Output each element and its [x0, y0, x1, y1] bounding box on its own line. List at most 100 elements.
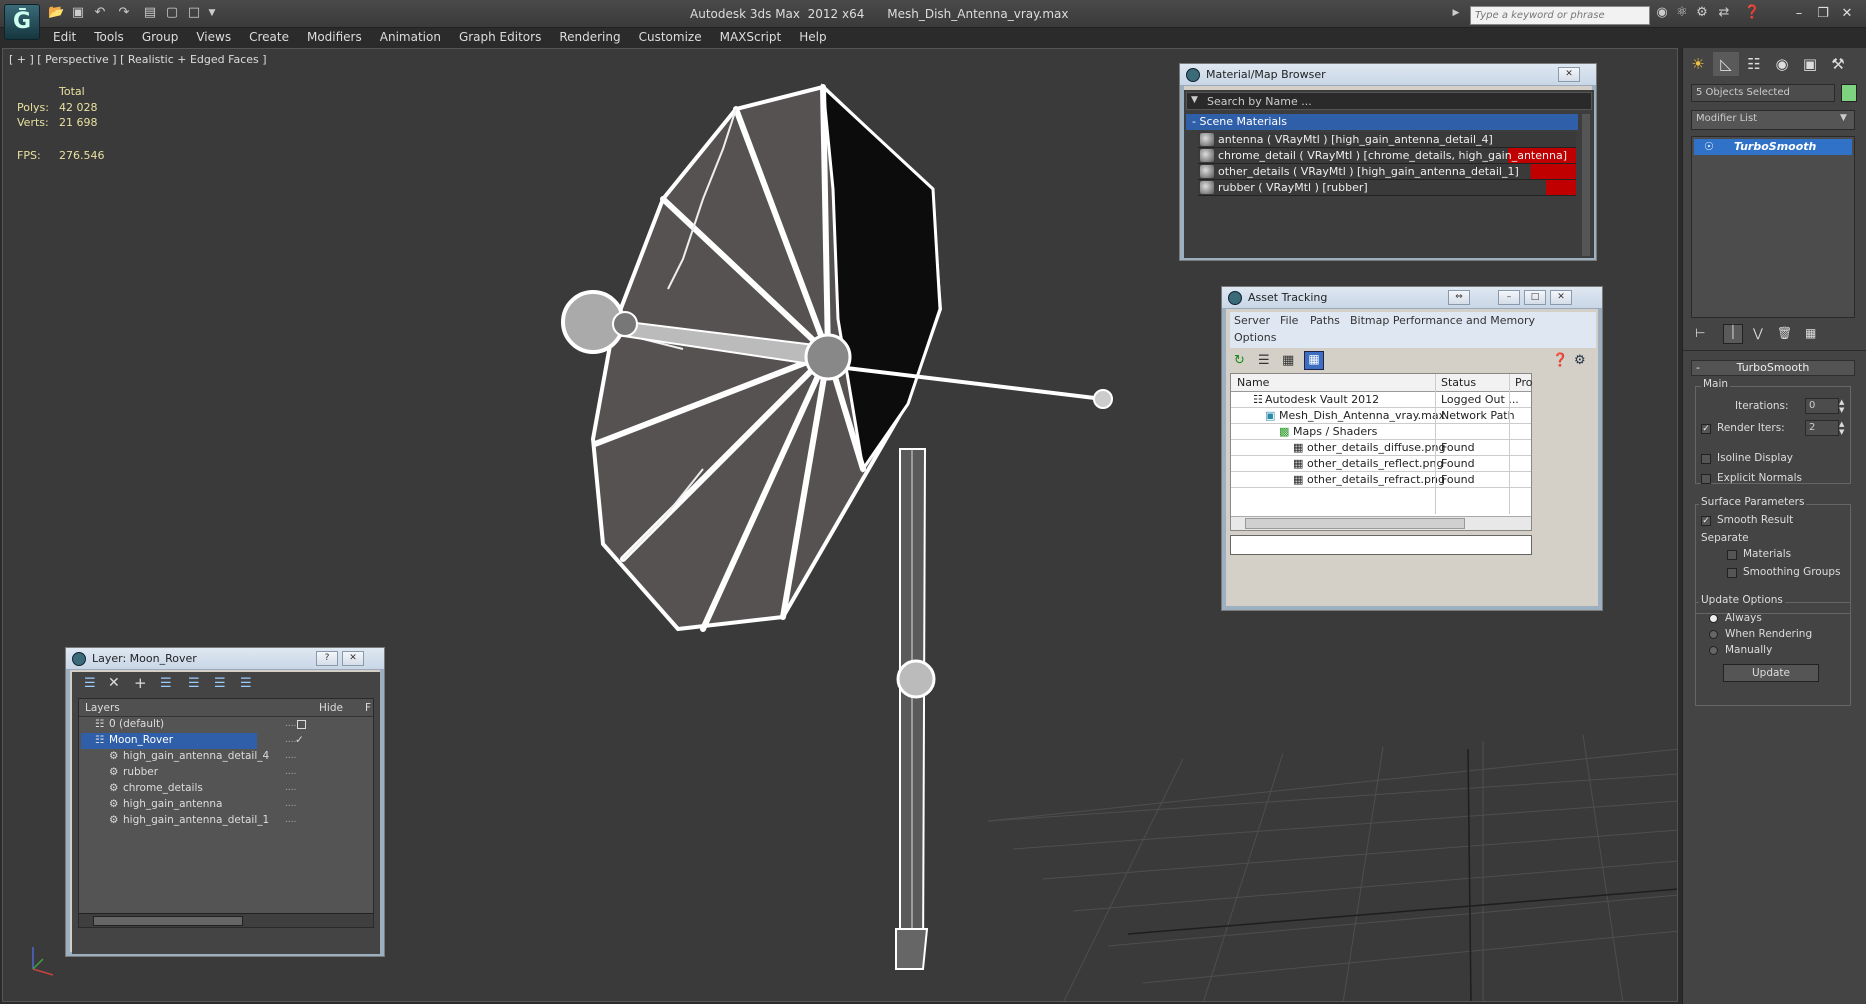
- turbosmooth-rollout-header[interactable]: - TurboSmooth: [1691, 360, 1855, 376]
- collapse-icon[interactable]: -: [1192, 115, 1196, 128]
- iterations-spinner[interactable]: 0: [1805, 398, 1839, 414]
- asset-tracking-maximize-button[interactable]: □: [1524, 290, 1546, 305]
- modifier-list-dropdown[interactable]: Modifier List ▼: [1691, 110, 1855, 130]
- create-tab-icon[interactable]: ☀: [1685, 52, 1711, 76]
- render-iters-spinner[interactable]: 2: [1805, 420, 1839, 436]
- asset-tracking-close-button[interactable]: ✕: [1550, 290, 1572, 305]
- show-end-result-icon[interactable]: │: [1723, 324, 1743, 344]
- scene-materials-group[interactable]: - Scene Materials: [1186, 114, 1578, 130]
- col-name[interactable]: Name: [1237, 375, 1269, 390]
- menu-help[interactable]: Help: [790, 28, 835, 46]
- hierarchy-tab-icon[interactable]: ☷: [1741, 52, 1767, 76]
- thumbnail-view-icon[interactable]: ▦: [1282, 353, 1294, 368]
- list-view-icon[interactable]: ☰: [1258, 353, 1270, 368]
- layer-row[interactable]: ⚙ high_gain_antenna_detail_1....: [79, 813, 373, 829]
- layer-row[interactable]: ⚙ high_gain_antenna....: [79, 797, 373, 813]
- configure-sets-icon[interactable]: ▦: [1805, 326, 1816, 340]
- explicit-normals-checkbox[interactable]: [1701, 474, 1711, 484]
- table-view-icon[interactable]: ▦: [1304, 351, 1324, 370]
- table-row[interactable]: ▩ Maps / Shaders: [1231, 424, 1531, 440]
- maximize-viewport-icon[interactable]: □: [186, 5, 202, 21]
- table-row[interactable]: ▦ other_details_reflect.png Found: [1231, 456, 1531, 472]
- select-layer-objects-icon[interactable]: ☰: [160, 676, 172, 691]
- material-list-item[interactable]: chrome_detail ( VRayMtl ) [chrome_detail…: [1198, 148, 1576, 164]
- material-list-item[interactable]: other_details ( VRayMtl ) [high_gain_ant…: [1198, 164, 1576, 180]
- communication-icon[interactable]: ⚙: [1694, 5, 1710, 21]
- delete-layer-icon[interactable]: ✕: [108, 675, 120, 691]
- layer-list-hscrollbar[interactable]: [79, 913, 373, 927]
- material-list-item[interactable]: rubber ( VRayMtl ) [rubber]: [1198, 180, 1576, 196]
- selection-name-field[interactable]: 5 Objects Selected: [1691, 84, 1835, 102]
- menu-rendering[interactable]: Rendering: [550, 28, 629, 46]
- menu-animation[interactable]: Animation: [371, 28, 450, 46]
- favorites-icon[interactable]: ⇄: [1716, 5, 1732, 21]
- col-freeze[interactable]: F: [365, 701, 371, 716]
- layer-row[interactable]: ⚙ high_gain_antenna_detail_4....: [79, 749, 373, 765]
- col-pro[interactable]: Pro: [1515, 375, 1532, 390]
- menu-modifiers[interactable]: Modifiers: [298, 28, 371, 46]
- remove-modifier-icon[interactable]: 🗑: [1777, 326, 1792, 340]
- smoothing-groups-checkbox[interactable]: [1727, 568, 1737, 578]
- 3ds-max-logo-icon[interactable]: Ḡ: [4, 4, 40, 40]
- menu-edit[interactable]: Edit: [44, 28, 85, 46]
- col-status[interactable]: Status: [1441, 375, 1476, 390]
- at-menu-paths[interactable]: Paths: [1310, 314, 1340, 327]
- layer-row[interactable]: ⚙ rubber....: [79, 765, 373, 781]
- menu-views[interactable]: Views: [187, 28, 240, 46]
- menu-group[interactable]: Group: [133, 28, 188, 46]
- active-layer-checkbox[interactable]: [297, 720, 306, 729]
- table-row[interactable]: ☷ Autodesk Vault 2012 Logged Out ...: [1231, 392, 1531, 408]
- menu-create[interactable]: Create: [240, 28, 298, 46]
- project-folder-icon[interactable]: ▤: [142, 5, 158, 21]
- material-browser-window[interactable]: Material/Map Browser ✕ ▼ Search by Name …: [1179, 63, 1597, 261]
- col-layers[interactable]: Layers: [85, 701, 120, 716]
- motion-tab-icon[interactable]: ◉: [1769, 52, 1795, 76]
- minimize-button[interactable]: –: [1790, 6, 1808, 22]
- at-menu-file[interactable]: File: [1280, 314, 1298, 327]
- update-button[interactable]: Update: [1723, 664, 1819, 682]
- always-radio[interactable]: [1709, 614, 1718, 623]
- undo-icon[interactable]: ↶: [92, 5, 108, 21]
- object-color-swatch[interactable]: [1841, 84, 1857, 102]
- table-row[interactable]: ▣ Mesh_Dish_Antenna_vray.max Network Path: [1231, 408, 1531, 424]
- layer-window[interactable]: Layer: Moon_Rover ? ✕ ☰ ✕ + ☰ ☰ ☰ ☰ Laye…: [65, 647, 385, 957]
- layer-row[interactable]: ☷ Moon_Rover ✓....: [79, 733, 373, 749]
- freeze-all-layers-icon[interactable]: ☰: [240, 676, 252, 691]
- asset-tracking-titlebar[interactable]: Asset Tracking ⇔ – □ ✕: [1222, 287, 1602, 309]
- render-iters-spinner-arrows[interactable]: ▲ ▼: [1839, 420, 1844, 436]
- subscription-icon[interactable]: ⚛: [1674, 5, 1690, 21]
- refresh-icon[interactable]: ↻: [1234, 353, 1245, 368]
- isoline-display-checkbox[interactable]: [1701, 454, 1711, 464]
- table-row[interactable]: ▦ other_details_refract.png Found: [1231, 472, 1531, 488]
- at-menu-options[interactable]: Options: [1234, 331, 1276, 344]
- asset-tracking-minimize-button[interactable]: –: [1498, 290, 1520, 305]
- material-list-scrollbar[interactable]: [1582, 114, 1590, 256]
- chevron-right-icon[interactable]: ▶: [1448, 5, 1464, 21]
- make-unique-icon[interactable]: ⋁: [1753, 326, 1763, 340]
- help-icon[interactable]: ❓: [1552, 353, 1568, 368]
- at-menu-bitmap-performance[interactable]: Bitmap Performance and Memory: [1350, 314, 1535, 327]
- layer-help-button[interactable]: ?: [316, 651, 338, 666]
- dock-icon[interactable]: ⇔: [1448, 290, 1470, 305]
- display-tab-icon[interactable]: ▣: [1797, 52, 1823, 76]
- menu-graph-editors[interactable]: Graph Editors: [450, 28, 550, 46]
- utilities-tab-icon[interactable]: ⚒: [1825, 52, 1851, 76]
- search-dropdown-icon[interactable]: ▼: [1191, 95, 1198, 105]
- at-menu-server[interactable]: Server: [1234, 314, 1270, 327]
- layer-close-button[interactable]: ✕: [342, 651, 364, 666]
- asset-path-field[interactable]: [1230, 535, 1532, 555]
- menu-tools[interactable]: Tools: [85, 28, 133, 46]
- menu-customize[interactable]: Customize: [630, 28, 711, 46]
- help-icon[interactable]: ❓: [1744, 5, 1760, 21]
- redo-icon[interactable]: ↷: [116, 5, 132, 21]
- settings-icon[interactable]: ⚙: [1574, 353, 1586, 368]
- highlight-layer-icon[interactable]: ☰: [188, 676, 200, 691]
- layer-window-titlebar[interactable]: Layer: Moon_Rover ? ✕: [66, 648, 384, 670]
- stack-item-turbosmooth[interactable]: ☉ TurboSmooth: [1694, 139, 1852, 155]
- layer-row[interactable]: ⚙ chrome_details....: [79, 781, 373, 797]
- table-row[interactable]: ▦ other_details_diffuse.png Found: [1231, 440, 1531, 456]
- open-file-icon[interactable]: 📂: [48, 5, 64, 21]
- menu-maxscript[interactable]: MAXScript: [711, 28, 791, 46]
- pin-stack-icon[interactable]: ⊢: [1695, 326, 1705, 340]
- asset-table-hscrollbar[interactable]: [1231, 516, 1531, 530]
